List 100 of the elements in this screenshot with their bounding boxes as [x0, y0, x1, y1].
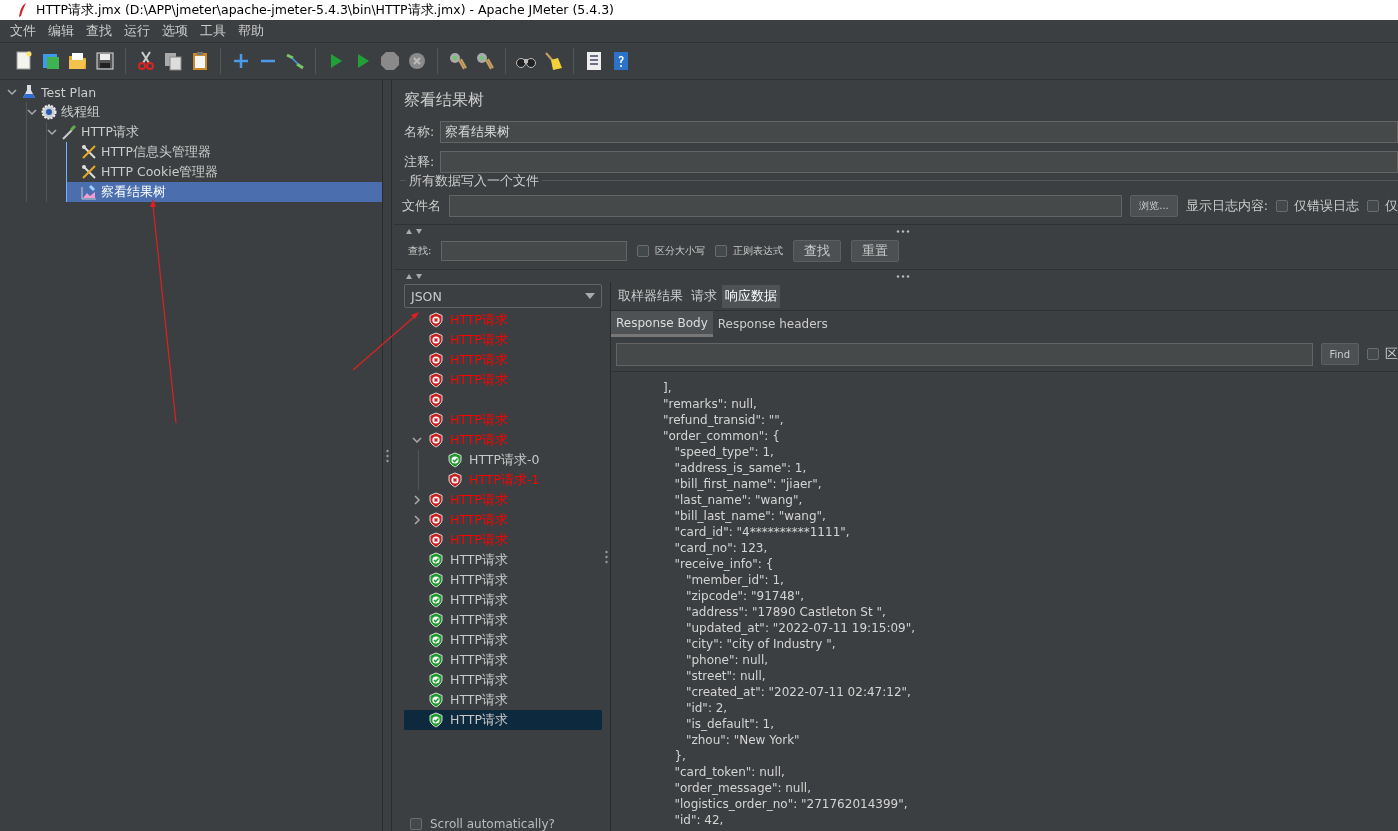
broom-gear-icon[interactable] [447, 50, 469, 72]
menu-item[interactable]: 工具 [194, 22, 232, 40]
checkbox[interactable] [715, 245, 728, 257]
error-shield-icon [428, 432, 444, 448]
menu-item[interactable]: 文件 [4, 22, 42, 40]
tab[interactable]: 请求 [688, 285, 720, 308]
grip-icon[interactable] [896, 274, 910, 278]
code-line: "address_is_same": 1, [673, 460, 808, 476]
code-line: }, [673, 748, 687, 764]
code-line: "receive_info": { [673, 556, 775, 572]
result-item[interactable]: HTTP请求 [404, 650, 602, 670]
menu-item[interactable]: 编辑 [42, 22, 80, 40]
code-line: "bill_first_name": "jiaer", [673, 476, 823, 492]
result-item[interactable]: HTTP请求 [404, 670, 602, 690]
chevron-right-icon[interactable] [412, 494, 422, 505]
checkbox[interactable] [1367, 348, 1379, 360]
tree-item[interactable]: Test Plan [7, 82, 382, 102]
tab[interactable]: 取样器结果 [615, 285, 686, 308]
code-line: "updated_at": "2022-07-11 19:15:09", [684, 620, 917, 636]
tab[interactable]: Response headers [712, 311, 833, 337]
result-item[interactable]: HTTP请求 [404, 550, 602, 570]
log-label: 显示日志内容: [1185, 197, 1268, 215]
checkbox[interactable] [1367, 200, 1379, 212]
code-line: "card_id": "4**********1111", [673, 524, 851, 540]
open-folder-icon[interactable] [67, 50, 89, 72]
save-icon[interactable] [94, 50, 116, 72]
splitter-arrows-icon[interactable] [406, 228, 424, 234]
find-field[interactable] [616, 342, 1313, 366]
result-item[interactable]: HTTP请求 [404, 590, 602, 610]
result-item[interactable]: HTTP请求 [404, 570, 602, 590]
search-label: 查找: [408, 244, 432, 258]
success-shield-icon [428, 572, 444, 588]
error-shield-icon [428, 392, 444, 408]
comment-field[interactable] [440, 151, 1398, 173]
tree-item[interactable]: HTTP信息头管理器 [67, 142, 382, 162]
code-line: "logistics_order_no": "271762014399", [673, 796, 909, 812]
checkbox-label: 仅 [1385, 197, 1398, 215]
tab[interactable]: Response Body [611, 311, 713, 337]
renderer-dropdown[interactable]: JSON [404, 284, 602, 308]
browse-button[interactable]: 浏览... [1130, 195, 1178, 217]
success-shield-icon [428, 652, 444, 668]
success-shield-icon [428, 692, 444, 708]
code-line: "city": "city of Industry ", [684, 636, 837, 652]
checkbox-label: 区分大小写 [655, 244, 706, 258]
error-shield-icon [428, 372, 444, 388]
checkbox[interactable] [637, 245, 650, 257]
chevron-down-icon[interactable] [27, 106, 37, 117]
caret-icon[interactable] [585, 293, 595, 299]
success-shield-icon [428, 612, 444, 628]
comment-label: 注释: [404, 153, 435, 171]
chevron-down-icon[interactable] [7, 86, 17, 97]
result-item[interactable]: HTTP请求 [404, 610, 602, 630]
checkbox-label: Scroll automatically? [430, 817, 555, 831]
result-item[interactable]: HTTP请求 [404, 710, 602, 730]
search-button[interactable]: 查找 [793, 240, 842, 262]
grip-icon[interactable] [896, 229, 910, 233]
search-field[interactable] [441, 241, 628, 261]
menu-item[interactable]: 帮助 [232, 22, 270, 40]
chevron-down-icon[interactable] [47, 126, 57, 137]
copy-icon[interactable] [162, 50, 184, 72]
broom-gear-icon[interactable] [474, 50, 496, 72]
checkbox[interactable] [410, 818, 422, 830]
result-item[interactable]: HTTP请求 [404, 690, 602, 710]
name-field[interactable]: 察看结果树 [440, 121, 1398, 143]
chevron-down-icon[interactable] [412, 434, 422, 445]
shutdown-icon[interactable] [406, 50, 428, 72]
checkbox-label: 正则表达式 [733, 244, 784, 258]
checkbox[interactable] [1276, 200, 1288, 212]
code-line: "is_default": 1, [684, 716, 776, 732]
grip-icon[interactable] [385, 448, 389, 463]
tree-item[interactable]: HTTP请求 [47, 122, 382, 142]
tree-item[interactable]: HTTP Cookie管理器 [67, 162, 382, 182]
menu-item[interactable]: 选项 [156, 22, 194, 40]
error-shield-icon [428, 352, 444, 368]
code-line: ], [663, 380, 673, 396]
success-shield-icon [428, 592, 444, 608]
cut-icon[interactable] [135, 50, 157, 72]
feather-icon [18, 3, 28, 17]
tree-item[interactable]: 线程组 [27, 102, 382, 122]
code-line: "bill_last_name": "wang", [673, 508, 827, 524]
menu-item[interactable]: 运行 [118, 22, 156, 40]
broom-icon[interactable] [542, 50, 564, 72]
chevron-right-icon[interactable] [412, 514, 422, 525]
error-shield-icon [428, 412, 444, 428]
tab[interactable]: 响应数据 [722, 285, 780, 308]
filename-field[interactable] [449, 195, 1123, 217]
result-item[interactable]: HTTP请求 [404, 630, 602, 650]
grip-icon[interactable] [604, 549, 608, 564]
code-line: "id": 2, [684, 700, 729, 716]
splitter-arrows-icon[interactable] [406, 273, 424, 279]
code-line: "speed_type": 1, [673, 444, 775, 460]
search-button[interactable]: 重置 [851, 240, 900, 262]
tree-item[interactable]: 察看结果树 [67, 182, 382, 202]
find-button[interactable]: Find [1320, 343, 1359, 365]
filename-label: 文件名 [402, 197, 441, 215]
annotation-arrow [352, 312, 419, 371]
menu-item[interactable]: 查找 [80, 22, 118, 40]
result-item[interactable]: HTTP请求-0 [423, 450, 602, 470]
error-shield-icon [428, 332, 444, 348]
stop-icon[interactable] [379, 50, 401, 72]
